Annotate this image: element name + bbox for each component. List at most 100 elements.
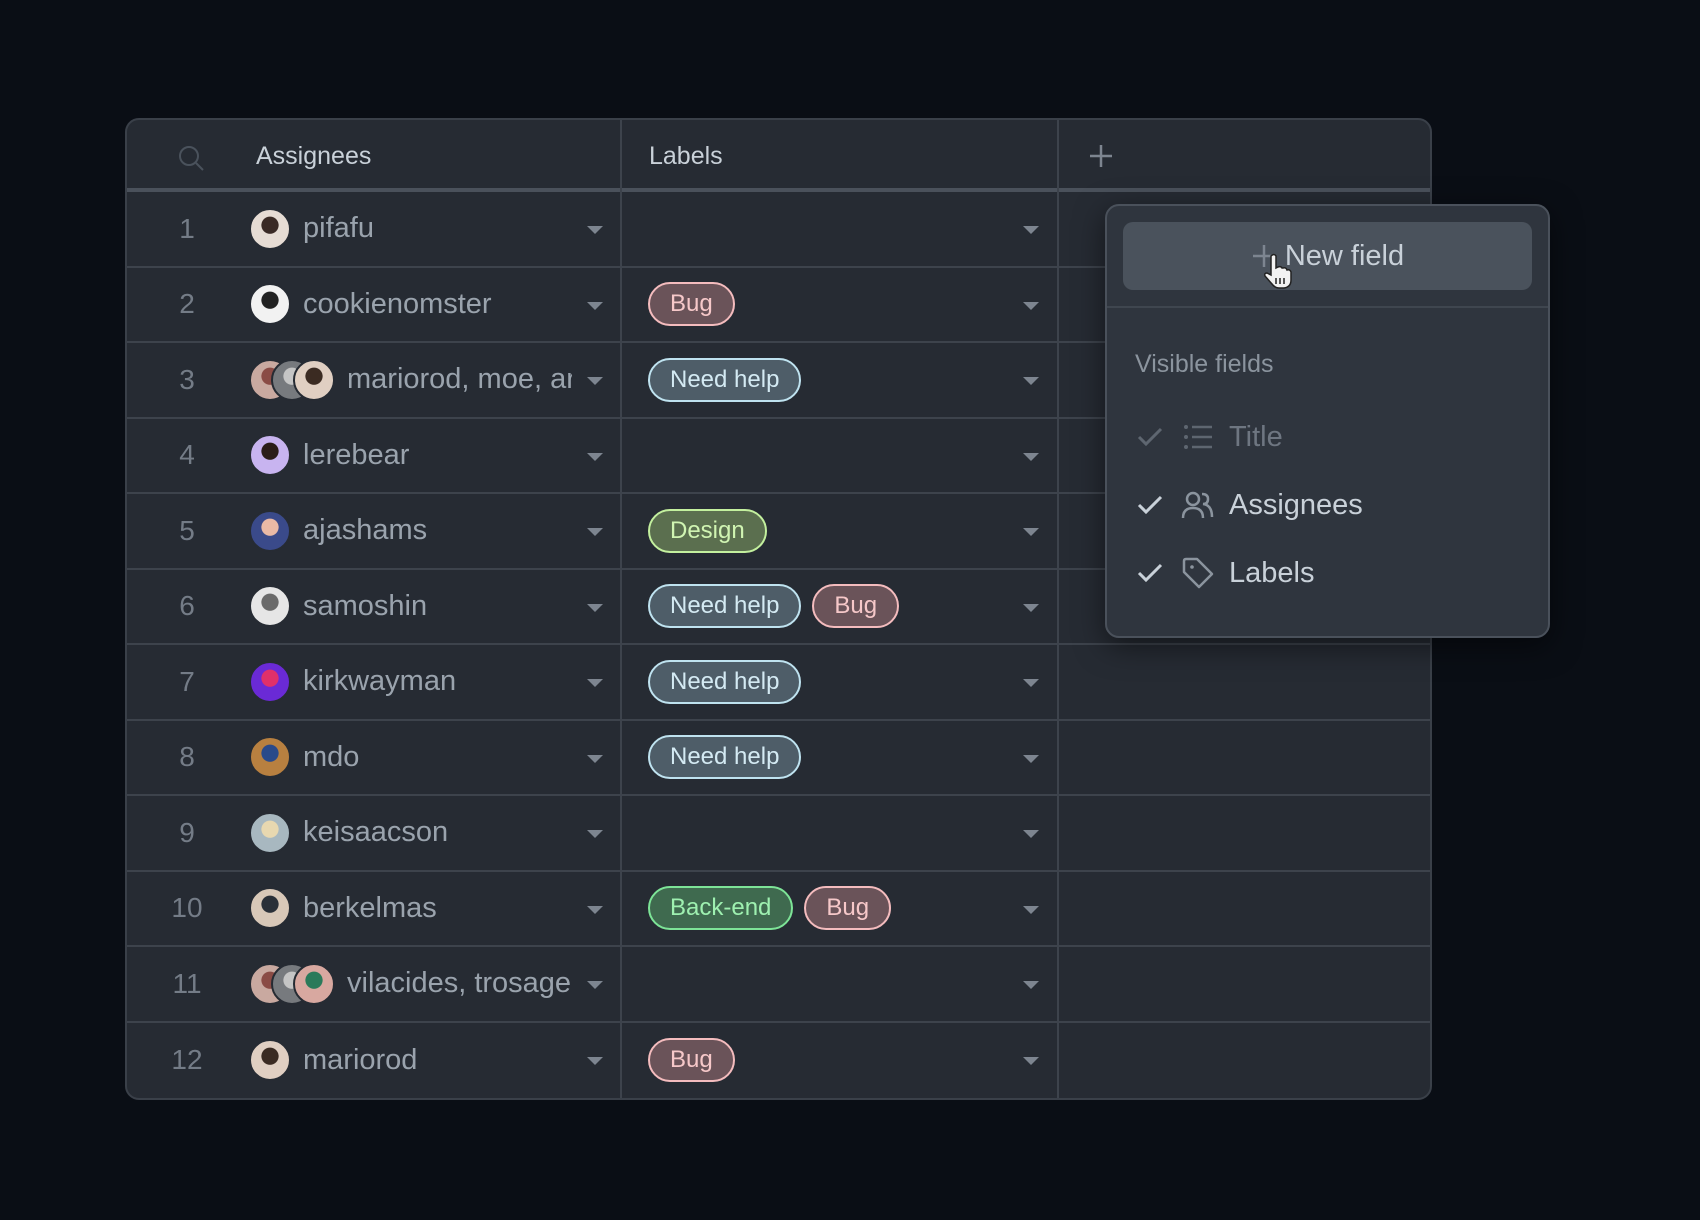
table-row[interactable]: 12 mariorod Bug [127, 1023, 1430, 1099]
avatar [249, 509, 291, 552]
labels-cell[interactable]: Bug [622, 1023, 1056, 1099]
labels-cell[interactable]: Bug [622, 268, 1056, 342]
assignees-dropdown-caret-icon[interactable] [587, 226, 603, 234]
assignees-cell[interactable]: pifafu [249, 192, 619, 266]
assignee-names: kirkwayman [303, 665, 457, 698]
field-menu-popup: New field Visible fields Title Assignees… [1105, 204, 1550, 638]
labels-dropdown-caret-icon[interactable] [1023, 528, 1039, 536]
row-number: 3 [179, 363, 195, 395]
assignee-names: pifafu [303, 212, 374, 245]
labels-cell[interactable]: Need help [622, 645, 1056, 719]
assignees-dropdown-caret-icon[interactable] [587, 603, 603, 612]
label-tag[interactable]: Bug [804, 886, 892, 931]
table-row[interactable]: 7 kirkwayman Need help [127, 645, 1430, 721]
avatar [249, 1039, 291, 1082]
assignees-dropdown-caret-icon[interactable] [587, 452, 603, 461]
check-icon [1137, 427, 1163, 447]
assignee-names: berkelmas [303, 891, 437, 924]
field-label: Labels [1229, 556, 1315, 589]
hand-pointer-cursor-icon [1264, 253, 1292, 289]
labels-cell[interactable]: Design [622, 494, 1056, 568]
labels-dropdown-caret-icon[interactable] [1023, 301, 1039, 310]
assignee-names: mariorod [303, 1043, 418, 1076]
assignees-cell[interactable]: ajashams [249, 494, 619, 568]
assignees-cell[interactable]: berkelmas [249, 872, 619, 946]
labels-cell[interactable]: Need help [622, 721, 1056, 795]
assignee-names: vilacides, trosage [347, 967, 572, 1000]
search-icon[interactable] [177, 144, 205, 172]
labels-dropdown-caret-icon[interactable] [1023, 754, 1039, 763]
label-tag[interactable]: Need help [648, 584, 802, 629]
assignees-dropdown-caret-icon[interactable] [587, 1056, 603, 1065]
assignee-names: cookienomster [303, 287, 492, 320]
column-header-labels[interactable]: Labels [649, 142, 723, 171]
new-field-button[interactable]: New field [1123, 222, 1532, 290]
assignees-dropdown-caret-icon[interactable] [587, 754, 603, 763]
label-tag[interactable]: Need help [648, 659, 802, 704]
assignee-names: ajashams [303, 514, 428, 547]
labels-cell[interactable] [622, 192, 1056, 266]
table-row[interactable]: 9 keisaacson [127, 796, 1430, 872]
label-tag[interactable]: Bug [648, 282, 735, 327]
visible-field-title[interactable]: Title [1135, 412, 1532, 462]
new-field-label: New field [1284, 239, 1405, 272]
column-header-assignees[interactable]: Assignees [256, 142, 371, 171]
avatar [293, 962, 335, 1005]
labels-dropdown-caret-icon[interactable] [1023, 679, 1039, 687]
assignees-cell[interactable]: vilacides, trosage [249, 947, 619, 1021]
row-number: 12 [171, 1044, 203, 1076]
labels-cell[interactable]: Need help Bug [622, 570, 1056, 644]
labels-cell[interactable]: Back-end Bug [622, 872, 1056, 946]
labels-dropdown-caret-icon[interactable] [1023, 226, 1039, 234]
avatar-stack [249, 434, 291, 477]
labels-dropdown-caret-icon[interactable] [1023, 1056, 1039, 1065]
table-row[interactable]: 10 berkelmas Back-end Bug [127, 872, 1430, 947]
assignees-cell[interactable]: keisaacson [249, 796, 619, 870]
visible-field-labels[interactable]: Labels [1135, 548, 1532, 598]
assignees-dropdown-caret-icon[interactable] [587, 679, 603, 687]
assignees-dropdown-caret-icon[interactable] [587, 830, 603, 838]
labels-dropdown-caret-icon[interactable] [1023, 981, 1039, 989]
assignees-cell[interactable]: lerebear [249, 419, 619, 493]
people-icon [1181, 491, 1214, 519]
assignees-cell[interactable]: mariorod, moe, ar [249, 343, 619, 417]
label-tag[interactable]: Bug [648, 1038, 735, 1083]
labels-cell[interactable] [622, 419, 1056, 493]
avatar-stack [249, 660, 291, 703]
table-header: Assignees Labels [127, 120, 1430, 192]
labels-dropdown-caret-icon[interactable] [1023, 905, 1039, 914]
labels-dropdown-caret-icon[interactable] [1023, 603, 1039, 612]
list-icon [1184, 425, 1212, 449]
assignees-cell[interactable]: mdo [249, 721, 619, 795]
assignees-cell[interactable]: mariorod [249, 1023, 619, 1099]
assignees-cell[interactable]: cookienomster [249, 268, 619, 342]
avatar-stack [249, 962, 335, 1005]
labels-cell[interactable]: Need help [622, 343, 1056, 417]
labels-dropdown-caret-icon[interactable] [1023, 377, 1039, 385]
row-number: 6 [179, 590, 195, 622]
assignees-dropdown-caret-icon[interactable] [587, 528, 603, 536]
labels-dropdown-caret-icon[interactable] [1023, 452, 1039, 461]
assignees-cell[interactable]: samoshin [249, 570, 619, 644]
visible-field-assignees[interactable]: Assignees [1135, 480, 1532, 530]
label-tag[interactable]: Design [648, 508, 767, 553]
label-tag[interactable]: Need help [648, 357, 802, 402]
labels-dropdown-caret-icon[interactable] [1023, 830, 1039, 838]
assignees-dropdown-caret-icon[interactable] [587, 981, 603, 989]
labels-cell[interactable] [622, 796, 1056, 870]
field-label: Assignees [1229, 488, 1363, 521]
assignees-dropdown-caret-icon[interactable] [587, 905, 603, 914]
table-row[interactable]: 8 mdo Need help [127, 721, 1430, 796]
avatar [249, 811, 291, 854]
label-tag[interactable]: Need help [648, 735, 802, 780]
assignee-names: samoshin [303, 589, 428, 622]
assignees-cell[interactable]: kirkwayman [249, 645, 619, 719]
labels-cell[interactable] [622, 947, 1056, 1021]
add-field-plus-icon[interactable] [1087, 142, 1115, 170]
assignees-dropdown-caret-icon[interactable] [587, 377, 603, 385]
row-number: 8 [179, 741, 195, 773]
assignees-dropdown-caret-icon[interactable] [587, 301, 603, 310]
label-tag[interactable]: Bug [812, 584, 900, 629]
table-row[interactable]: 11 vilacides, trosage [127, 947, 1430, 1023]
label-tag[interactable]: Back-end [648, 886, 794, 931]
